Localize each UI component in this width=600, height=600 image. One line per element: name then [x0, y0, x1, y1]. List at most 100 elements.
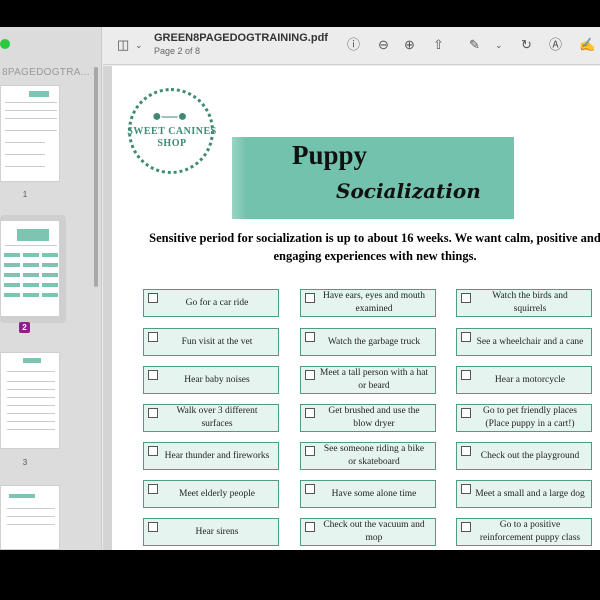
page-indicator: Page 2 of 8 [154, 46, 201, 56]
title-banner [232, 137, 514, 219]
checkbox[interactable] [148, 293, 158, 303]
document-view[interactable]: ●—● SWEET CANINES SHOP Puppy Socializati… [103, 66, 600, 550]
annotate-icon[interactable]: Ⓐ [549, 37, 562, 53]
checkbox[interactable] [148, 484, 158, 494]
checklist-item-label: Watch the birds and squirrels [492, 291, 568, 314]
checkbox[interactable] [148, 332, 158, 342]
checklist-item-label: Hear baby noises [184, 374, 250, 385]
checklist-item-label: Watch the garbage truck [327, 336, 421, 347]
page-thumbnail-4[interactable] [0, 485, 60, 550]
checklist-item[interactable]: Check out the playground [456, 442, 592, 470]
checkbox[interactable] [461, 484, 471, 494]
rotate-icon[interactable]: ↻ [521, 37, 532, 53]
thumbnail-sidebar: 8PAGEDOGTRA... 1 2 3 [0, 27, 102, 550]
checkbox[interactable] [461, 332, 471, 342]
info-icon[interactable]: ⓘ [347, 37, 360, 53]
page-thumbnail-3[interactable] [0, 352, 60, 449]
page-thumbnail-2[interactable] [0, 220, 60, 317]
checklist-item[interactable]: Hear sirens [143, 518, 279, 546]
preview-window: 8PAGEDOGTRA... 1 2 3 ◫ ⌄ GREEN8PAGEDOGTR… [0, 27, 600, 550]
checkbox[interactable] [305, 408, 315, 418]
checkbox[interactable] [305, 484, 315, 494]
checklist-item[interactable]: Have some alone time [300, 480, 436, 508]
checklist-item[interactable]: Go to pet friendly places (Place puppy i… [456, 404, 592, 432]
checklist-item-label: Have ears, eyes and mouth examined [322, 291, 426, 314]
checkbox[interactable] [305, 293, 315, 303]
zoom-in-icon[interactable]: ⊕ [404, 37, 415, 53]
checklist-item[interactable]: Meet a small and a large dog [456, 480, 592, 508]
checklist-item[interactable]: Meet elderly people [143, 480, 279, 508]
checklist-item-label: Walk over 3 different surfaces [176, 406, 258, 429]
checklist-item[interactable]: See someone riding a bike or skateboard [300, 442, 436, 470]
checkbox[interactable] [461, 446, 471, 456]
checklist-item-label: Fun visit at the vet [181, 336, 253, 347]
current-page-badge: 2 [19, 322, 30, 333]
checkbox[interactable] [305, 332, 315, 342]
page-number-3: 3 [22, 458, 28, 467]
checkbox[interactable] [148, 408, 158, 418]
sidebar-scrollbar[interactable] [94, 67, 98, 287]
checkbox[interactable] [148, 446, 158, 456]
checkbox[interactable] [305, 522, 315, 532]
checkbox[interactable] [148, 370, 158, 380]
pdf-page: ●—● SWEET CANINES SHOP Puppy Socializati… [112, 66, 600, 550]
markup-pen-icon[interactable]: ✎ [469, 37, 480, 53]
signature-icon[interactable]: ✍ [579, 37, 595, 53]
checkbox[interactable] [305, 446, 315, 456]
screen-bezel-top [0, 0, 600, 27]
checkbox[interactable] [461, 293, 471, 303]
checklist-item[interactable]: Watch the garbage truck [300, 328, 436, 356]
checklist-item[interactable]: Have ears, eyes and mouth examined [300, 289, 436, 317]
checklist-item-label: Meet a tall person with a hat or beard [319, 368, 429, 391]
dog-icon: ●—● [152, 108, 188, 125]
checklist-item[interactable]: Walk over 3 different surfaces [143, 404, 279, 432]
checklist-item-label: See someone riding a bike or skateboard [323, 444, 425, 467]
checklist-item-label: Get brushed and use the blow dryer [328, 406, 420, 429]
checklist-item[interactable]: Hear baby noises [143, 366, 279, 394]
chevron-down-icon[interactable]: ⌄ [135, 37, 143, 53]
checkbox[interactable] [305, 370, 315, 380]
checklist-item-label: Go to a positive reinforcement puppy cla… [479, 520, 581, 543]
document-title: GREEN8PAGEDOGTRAINING.pdf [154, 32, 328, 44]
checklist-item-label: Meet elderly people [179, 488, 255, 499]
checklist-item-label: Go to pet friendly places (Place puppy i… [483, 406, 577, 429]
checklist-item-label: See a wheelchair and a cane [476, 336, 584, 347]
intro-text: Sensitive period for socialization is up… [149, 231, 600, 263]
page-title-puppy: Puppy [292, 140, 368, 170]
checklist-item-label: Hear thunder and fireworks [164, 450, 270, 461]
screen-bezel-bottom [0, 550, 600, 600]
checklist-item-label: Meet a small and a large dog [475, 488, 585, 499]
share-icon[interactable]: ⇧ [433, 37, 444, 53]
page-thumbnail-1[interactable] [0, 85, 60, 182]
checklist-item-label: Hear a motorcycle [494, 374, 566, 385]
checkbox[interactable] [461, 522, 471, 532]
checklist-item[interactable]: Get brushed and use the blow dryer [300, 404, 436, 432]
checklist-item[interactable]: Go for a car ride [143, 289, 279, 317]
toolbar: ◫ ⌄ GREEN8PAGEDOGTRAINING.pdf Page 2 of … [103, 27, 600, 65]
checklist-item[interactable]: Meet a tall person with a hat or beard [300, 366, 436, 394]
zoom-out-icon[interactable]: ⊖ [378, 37, 389, 53]
checklist-item-label: Hear sirens [195, 526, 239, 537]
checklist-item[interactable]: Hear thunder and fireworks [143, 442, 279, 470]
checklist-item-label: Have some alone time [331, 488, 417, 499]
checklist-item-label: Check out the playground [480, 450, 580, 461]
checklist-item[interactable]: Fun visit at the vet [143, 328, 279, 356]
checklist-item[interactable]: Check out the vacuum and mop [300, 518, 436, 546]
checklist-item[interactable]: See a wheelchair and a cane [456, 328, 592, 356]
checkbox[interactable] [461, 370, 471, 380]
sidebar-icon[interactable]: ◫ [117, 37, 129, 53]
chevron-down-icon[interactable]: ⌄ [495, 37, 503, 53]
checkbox[interactable] [461, 408, 471, 418]
logo-line-1: SWEET CANINES [127, 126, 217, 137]
checklist-item-label: Go for a car ride [185, 297, 249, 308]
checkbox[interactable] [148, 522, 158, 532]
checklist-item[interactable]: Watch the birds and squirrels [456, 289, 592, 317]
page-title-socialization: Socialization [336, 179, 481, 203]
checklist-item[interactable]: Hear a motorcycle [456, 366, 592, 394]
checklist-item[interactable]: Go to a positive reinforcement puppy cla… [456, 518, 592, 546]
page-number-1: 1 [22, 190, 28, 199]
logo-line-2: SHOP [157, 138, 187, 149]
window-zoom-button[interactable] [0, 39, 10, 49]
checklist-item-label: Check out the vacuum and mop [323, 520, 425, 543]
sidebar-title: 8PAGEDOGTRA... [2, 67, 90, 78]
